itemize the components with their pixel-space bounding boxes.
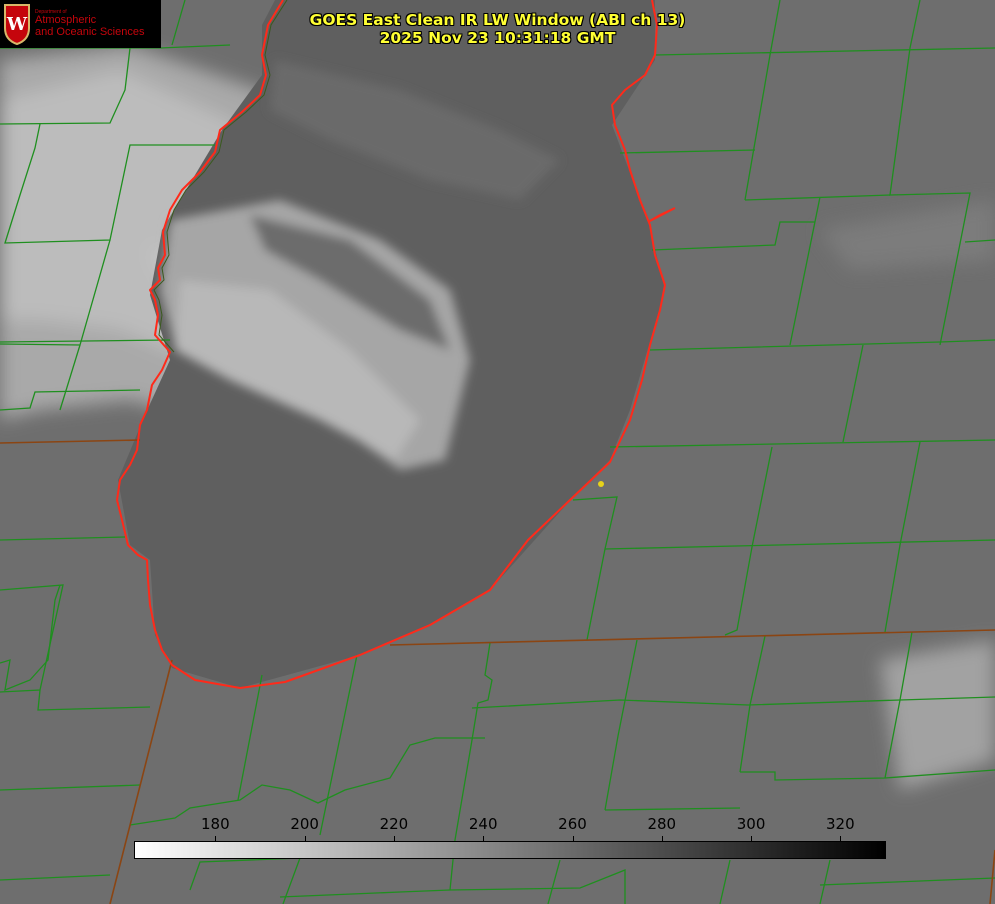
title-timestamp: 2025 Nov 23 10:31:18 GMT (379, 29, 616, 47)
satellite-map (0, 0, 995, 904)
colorbar-tick-mark (304, 836, 306, 841)
location-marker (598, 481, 604, 487)
colorbar-tick-mark (572, 836, 574, 841)
colorbar-tick-label: 180 (201, 815, 230, 833)
colorbar-tick-label: 240 (468, 815, 498, 833)
colorbar-tick-label: 220 (379, 815, 409, 833)
colorbar-tick-label: 200 (290, 815, 319, 833)
colorbar-tick-mark (661, 836, 663, 841)
colorbar-tick-label: 280 (647, 815, 677, 833)
colorbar-tick-mark (393, 836, 395, 841)
title-product: GOES East Clean IR LW Window (ABI ch 13) (309, 11, 686, 29)
colorbar-tick-mark (840, 836, 842, 841)
colorbar-tick-label: 320 (826, 815, 855, 833)
colorbar-tick-label: 300 (736, 815, 766, 833)
colorbar-tick-mark (215, 836, 217, 841)
colorbar-tick-label: 260 (558, 815, 587, 833)
colorbar-frame (134, 841, 886, 859)
image-title: GOES East Clean IR LW Window (ABI ch 13)… (0, 11, 995, 47)
colorbar-tick-mark (483, 836, 485, 841)
colorbar-tick-mark (751, 836, 753, 841)
